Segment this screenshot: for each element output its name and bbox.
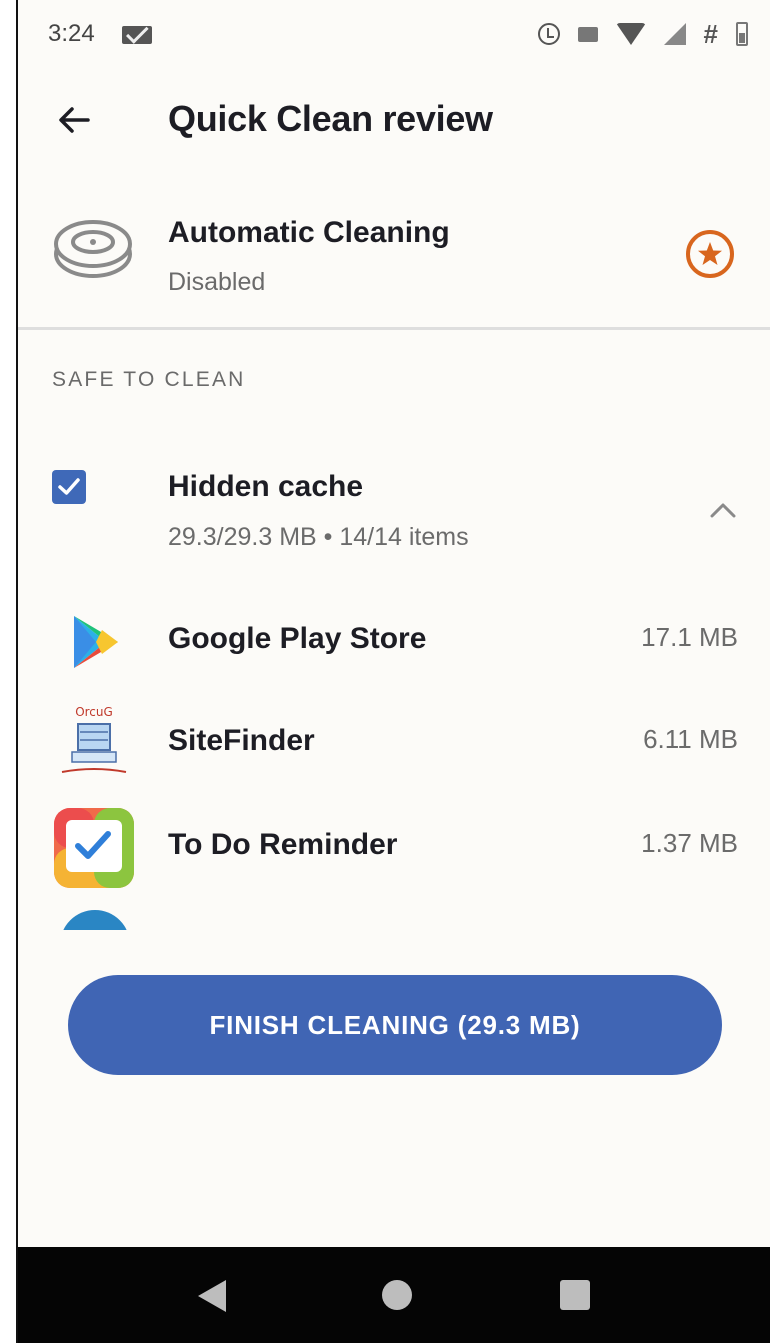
app-frame: 3:24 # Quick Clean review Automatic Clea…	[16, 0, 770, 1343]
hidden-cache-group[interactable]: Hidden cache 29.3/29.3 MB • 14/14 items	[18, 446, 770, 566]
navigation-bar	[18, 1247, 770, 1343]
home-circle-icon[interactable]	[382, 1280, 412, 1310]
partial-app-icon	[60, 910, 130, 930]
hidden-cache-subtitle: 29.3/29.3 MB • 14/14 items	[168, 523, 469, 551]
status-time: 3:24	[48, 20, 95, 47]
app-size: 1.37 MB	[641, 828, 738, 858]
check-icon	[58, 478, 80, 495]
hidden-cache-title: Hidden cache	[168, 470, 364, 503]
mail-icon	[122, 26, 152, 44]
star-circle-icon[interactable]	[684, 228, 736, 280]
recents-square-icon[interactable]	[560, 1280, 590, 1310]
app-size: 17.1 MB	[641, 622, 738, 652]
hash-icon: #	[703, 18, 718, 49]
finish-cleaning-button[interactable]: FINISH CLEANING (29.3 MB)	[68, 975, 722, 1075]
signal-icon	[663, 23, 686, 45]
sitefinder-icon: OrcuG	[61, 705, 127, 773]
battery-icon	[736, 22, 748, 46]
list-item[interactable]: Google Play Store 17.1 MB	[18, 600, 770, 700]
google-play-icon	[74, 616, 118, 668]
automatic-cleaning-row[interactable]: Automatic Cleaning Disabled	[18, 196, 770, 326]
page-title: Quick Clean review	[168, 98, 493, 139]
svg-text:OrcuG: OrcuG	[75, 705, 113, 719]
todo-reminder-icon	[54, 808, 134, 888]
status-icons: #	[537, 18, 748, 50]
chevron-up-icon[interactable]	[706, 498, 740, 522]
app-size: 6.11 MB	[643, 724, 738, 754]
app-name: SiteFinder	[168, 724, 315, 757]
status-bar: 3:24 #	[18, 0, 770, 70]
app-name: To Do Reminder	[168, 828, 398, 861]
automatic-cleaning-status: Disabled	[168, 268, 266, 296]
divider	[18, 327, 770, 330]
app-name: Google Play Store	[168, 622, 427, 655]
wifi-icon	[615, 23, 646, 45]
robot-vacuum-icon	[54, 220, 132, 278]
back-triangle-icon[interactable]	[198, 1280, 226, 1312]
hidden-cache-checkbox[interactable]	[52, 470, 86, 504]
automatic-cleaning-title: Automatic Cleaning	[168, 216, 450, 249]
list-item[interactable]: To Do Reminder 1.37 MB	[18, 806, 770, 906]
arrow-left-icon[interactable]	[54, 100, 94, 140]
cast-icon	[577, 26, 598, 42]
list-item[interactable]: OrcuG SiteFinder 6.11 MB	[18, 702, 770, 802]
app-bar: Quick Clean review	[18, 80, 770, 160]
alarm-icon	[537, 23, 560, 45]
section-header: SAFE TO CLEAN	[52, 368, 246, 391]
